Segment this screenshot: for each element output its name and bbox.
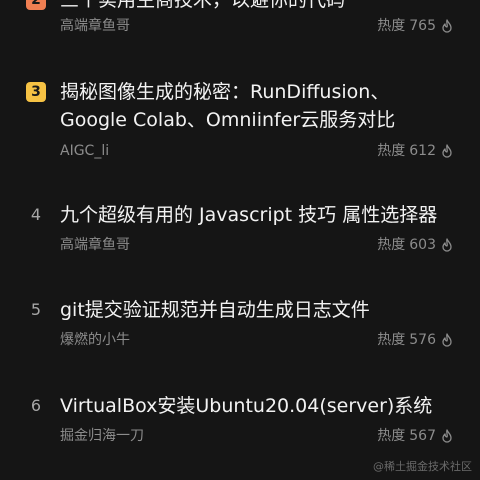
flame-icon: [442, 238, 452, 252]
heat-value: 576: [409, 332, 436, 348]
heat-count: 热度 612: [377, 141, 454, 161]
rank-number: 4: [30, 205, 42, 224]
author-name[interactable]: 高端章鱼哥: [60, 235, 130, 255]
heat-value: 765: [409, 18, 436, 34]
heat-label: 热度: [377, 428, 406, 444]
flame-icon: [442, 144, 452, 158]
heat-count: 热度 567: [377, 426, 454, 446]
heat-value: 612: [409, 143, 436, 159]
rank-badge: 2: [26, 0, 46, 10]
heat-label: 热度: [377, 332, 406, 348]
rank-badge: 3: [26, 82, 46, 102]
heat-label: 热度: [377, 143, 406, 159]
article-title[interactable]: 三个实用生商技术，以避你的代码: [60, 0, 456, 14]
watermark: @稀土掘金技术社区: [373, 460, 472, 473]
author-name[interactable]: 爆燃的小牛: [60, 330, 130, 350]
article-title[interactable]: git提交验证规范并自动生成日志文件: [60, 296, 456, 324]
heat-count: 热度 765: [377, 16, 454, 36]
rank-number: 5: [30, 300, 42, 319]
article-title[interactable]: VirtualBox安装Ubuntu20.04(server)系统: [60, 392, 456, 420]
heat-value: 567: [409, 428, 436, 444]
author-name[interactable]: AIGC_li: [60, 141, 109, 161]
article-title[interactable]: 九个超级有用的 Javascript 技巧 属性选择器: [60, 201, 456, 229]
heat-value: 603: [409, 237, 436, 253]
heat-label: 热度: [377, 237, 406, 253]
rank-number: 6: [30, 396, 42, 415]
flame-icon: [442, 19, 452, 33]
flame-icon: [442, 429, 452, 443]
heat-count: 热度 603: [377, 235, 454, 255]
heat-count: 热度 576: [377, 330, 454, 350]
flame-icon: [442, 333, 452, 347]
article-title[interactable]: 揭秘图像生成的秘密：RunDiffusion、Google Colab、Omni…: [60, 78, 456, 134]
author-name[interactable]: 掘金归海一刀: [60, 426, 144, 446]
heat-label: 热度: [377, 18, 406, 34]
author-name[interactable]: 高端章鱼哥: [60, 16, 130, 36]
